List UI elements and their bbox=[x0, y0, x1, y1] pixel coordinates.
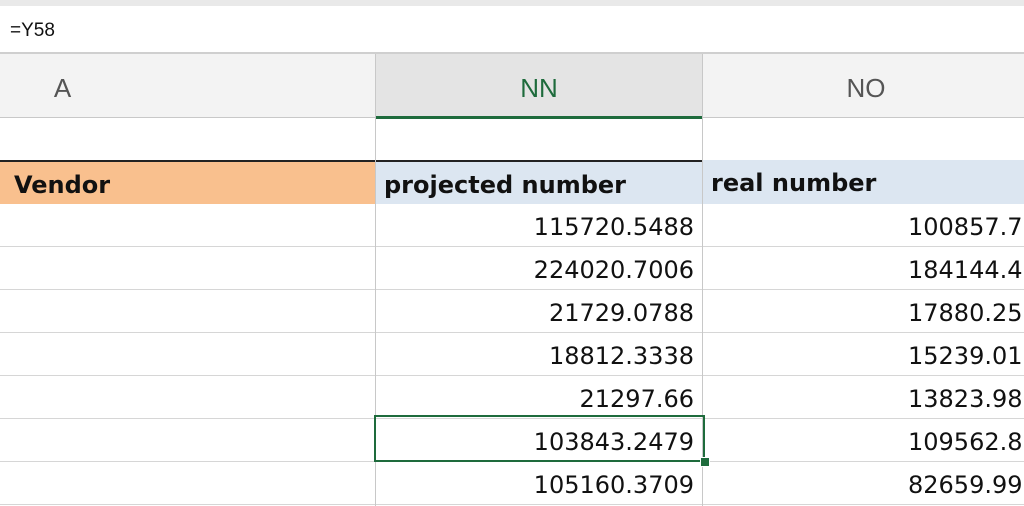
column-header-row: A NN NO bbox=[0, 54, 1024, 119]
column-header-a[interactable]: A bbox=[0, 54, 125, 117]
projected-cell[interactable]: 115720.5488 bbox=[376, 204, 702, 247]
vendor-header-cell[interactable]: Vendor bbox=[0, 160, 375, 204]
column-header-nn[interactable]: NN bbox=[376, 54, 702, 119]
real-number-header-cell[interactable]: real number bbox=[703, 160, 1024, 204]
real-cell[interactable]: 17880.25 bbox=[703, 290, 1024, 333]
projected-cell[interactable]: 105160.3709 bbox=[376, 462, 702, 505]
active-cell-selection bbox=[374, 415, 705, 462]
formula-text[interactable]: =Y58 bbox=[10, 20, 55, 42]
projected-cell[interactable]: 18812.3338 bbox=[376, 333, 702, 376]
real-cell[interactable]: 15239.01 bbox=[703, 333, 1024, 376]
formula-bar[interactable]: =Y58 bbox=[0, 0, 1024, 54]
projected-cell[interactable]: 21297.66 bbox=[376, 376, 702, 419]
real-cell[interactable]: 82659.99 bbox=[703, 462, 1024, 505]
real-cell[interactable]: 109562.8 bbox=[703, 419, 1024, 462]
real-cell[interactable]: 100857.7 bbox=[703, 204, 1024, 247]
fill-handle[interactable] bbox=[700, 457, 710, 467]
projected-cell[interactable]: 224020.7006 bbox=[376, 247, 702, 290]
column-header-no[interactable]: NO bbox=[703, 54, 1024, 117]
projected-number-header-cell[interactable]: projected number bbox=[376, 160, 702, 204]
projected-cell[interactable]: 21729.0788 bbox=[376, 290, 702, 333]
real-cell[interactable]: 13823.98 bbox=[703, 376, 1024, 419]
real-cell[interactable]: 184144.4 bbox=[703, 247, 1024, 290]
